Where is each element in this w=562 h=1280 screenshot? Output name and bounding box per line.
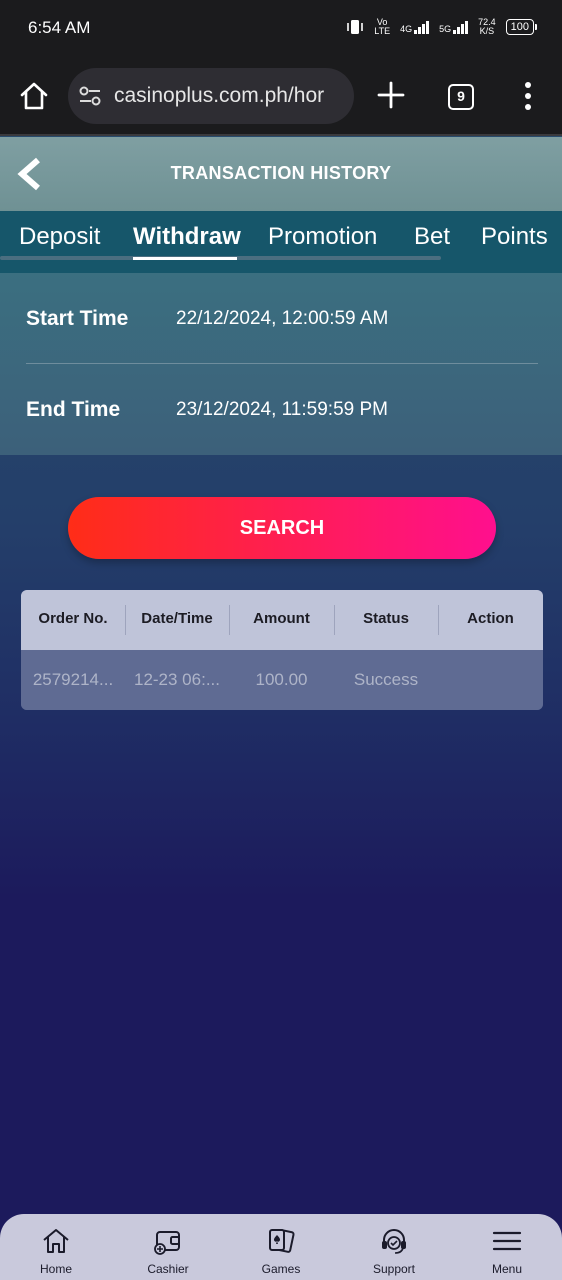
cell-status: Success	[353, 670, 419, 689]
cell-order-no: 2579214...	[32, 670, 114, 689]
address-bar[interactable]: casinoplus.com.ph/hor	[68, 68, 354, 124]
home-button[interactable]	[18, 80, 50, 112]
transaction-table: Order No. Date/Time Amount Status Action…	[21, 590, 543, 710]
end-time-field[interactable]: 23/12/2024, 11:59:59 PM	[176, 399, 388, 421]
tab-points[interactable]: Points	[481, 223, 548, 251]
start-time-field[interactable]: 22/12/2024, 12:00:59 AM	[176, 308, 388, 330]
column-amount: Amount	[253, 610, 310, 627]
search-button[interactable]: SEARCH	[68, 497, 496, 559]
url-text: casinoplus.com.ph/hor	[114, 84, 325, 107]
hamburger-icon	[492, 1231, 522, 1251]
browser-toolbar: casinoplus.com.ph/hor 9	[0, 58, 562, 136]
transaction-tabs: Deposit Withdraw Promotion Bet Points	[0, 211, 562, 273]
nav-games[interactable]: Games	[236, 1226, 326, 1276]
status-bar: 6:54 AM Vo LTE 4G 5G 72.4 K/S 100	[0, 0, 562, 58]
column-action: Action	[467, 610, 514, 627]
status-icons: Vo LTE 4G 5G 72.4 K/S 100	[346, 17, 538, 36]
cards-icon	[269, 1229, 295, 1253]
cell-date-time: 12-23 06:...	[133, 670, 220, 689]
battery-icon: 100	[505, 19, 538, 35]
end-time-label: End Time	[26, 398, 121, 421]
cell-action[interactable]	[438, 650, 543, 710]
nav-support[interactable]: Support	[349, 1226, 439, 1276]
signal-4g: 4G	[400, 20, 430, 34]
tab-bet[interactable]: Bet	[414, 223, 450, 251]
bottom-nav: Home Cashier Games Support Menu	[0, 1214, 562, 1280]
site-settings-icon[interactable]	[78, 85, 102, 107]
wallet-icon	[154, 1231, 180, 1255]
active-tab-indicator	[133, 257, 237, 260]
nav-home[interactable]: Home	[11, 1226, 101, 1276]
more-options-icon[interactable]	[518, 80, 538, 112]
column-order-no: Order No.	[38, 610, 108, 627]
home-icon	[43, 1229, 69, 1253]
signal-5g: 5G	[439, 20, 469, 34]
column-date-time: Date/Time	[141, 610, 213, 627]
nav-menu[interactable]: Menu	[462, 1226, 552, 1276]
cell-amount: 100.00	[255, 670, 308, 689]
start-time-label: Start Time	[26, 307, 129, 330]
table-header: Order No. Date/Time Amount Status Action	[21, 590, 543, 650]
new-tab-button[interactable]	[376, 80, 406, 110]
vibrate-icon	[347, 20, 364, 34]
time-filter-panel: Start Time 22/12/2024, 12:00:59 AM End T…	[0, 273, 562, 455]
tab-switcher-button[interactable]: 9	[448, 84, 474, 110]
signal-bars-icon	[414, 20, 430, 34]
signal-bars-icon	[453, 20, 469, 34]
divider	[26, 363, 538, 364]
table-row[interactable]: 2579214... 12-23 06:... 100.00 Success	[21, 650, 543, 710]
headset-icon	[382, 1229, 406, 1254]
tab-withdraw[interactable]: Withdraw	[133, 223, 241, 251]
tab-deposit[interactable]: Deposit	[19, 223, 100, 251]
app-header: TRANSACTION HISTORY	[0, 137, 562, 211]
tab-promotion[interactable]: Promotion	[268, 223, 377, 251]
screen: 6:54 AM Vo LTE 4G 5G 72.4 K/S 100 casino…	[0, 0, 562, 1280]
net-speed: 72.4 K/S	[478, 17, 496, 36]
nav-cashier[interactable]: Cashier	[123, 1226, 213, 1276]
status-time: 6:54 AM	[28, 18, 91, 37]
volte-indicator: Vo LTE	[374, 17, 391, 36]
column-status: Status	[363, 610, 409, 627]
page-title: TRANSACTION HISTORY	[170, 163, 392, 183]
